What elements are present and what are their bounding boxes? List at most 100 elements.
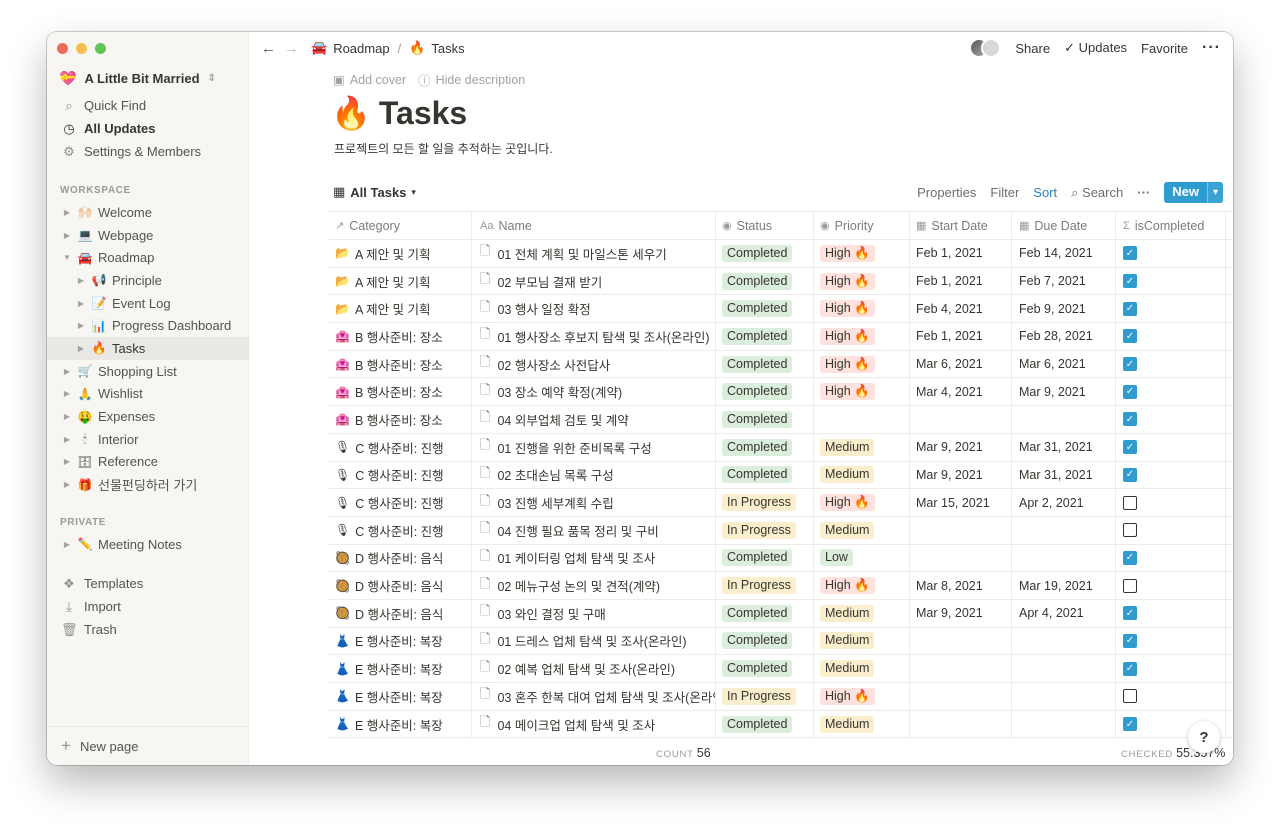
status-cell[interactable]: In Progress [716,516,814,544]
toggle-closed-icon[interactable]: ▶ [61,435,73,444]
table-row[interactable]: 🎙 C 행사준비: 진행 🗋 01 진행을 위한 준비목록 구성 Completed Me… [329,433,1233,462]
table-row[interactable]: 🥘 D 행사준비: 음식 🗋 01 케이터링 업체 탐색 및 조사 Completed L… [329,544,1233,573]
category-cell[interactable]: 🏩 B 행사준비: 장소 [329,350,472,378]
forward-arrow-icon[interactable]: → [284,40,299,57]
toggle-closed-icon[interactable]: ▶ [75,299,87,308]
table-row[interactable]: 👗 E 행사준비: 복장 🗋 02 예복 업체 탐색 및 조사(온라인) Complet… [329,655,1233,683]
due-date-cell[interactable] [1012,406,1116,433]
toggle-closed-icon[interactable]: ▶ [61,412,73,421]
toggle-closed-icon[interactable]: ▶ [75,321,87,330]
name-cell[interactable]: 🗋 03 장소 예약 확정(계약) [472,378,716,406]
name-cell[interactable]: 🗋 01 행사장소 후보지 탐색 및 조사(온라인) [472,323,716,350]
back-arrow-icon[interactable]: ← [261,40,276,57]
table-row[interactable]: 📂 A 제안 및 기획 🗋 01 전체 계획 및 마일스톤 세우기 Completed H… [329,240,1233,268]
sidebar-item-roadmap[interactable]: ▼ 🚘 Roadmap [47,246,249,269]
page-description[interactable]: 프로젝트의 모든 할 일을 추적하는 곳입니다. [334,140,553,157]
name-cell[interactable]: 🗋 03 행사 일정 확정 [472,295,716,323]
start-date-cell[interactable]: Feb 1, 2021 [910,240,1012,267]
filter-button[interactable]: Filter [990,185,1019,200]
table-row[interactable]: 🥘 D 행사준비: 음식 🗋 03 와인 결정 및 구매 Completed Medium… [329,599,1233,628]
name-cell[interactable]: 🗋 02 메뉴구성 논의 및 견적(계약) [472,572,716,599]
sidebar-item-meeting-notes[interactable]: ▶ ✏️ Meeting Notes [47,533,249,556]
breadcrumb-roadmap[interactable]: Roadmap [333,41,389,56]
table-row[interactable]: 🥘 D 행사준비: 음식 🗋 02 메뉴구성 논의 및 견적(계약) In Progre… [329,572,1233,600]
category-cell[interactable]: 🎙 C 행사준비: 진행 [329,433,472,461]
sidebar-item-settings[interactable]: ⚙ Settings & Members [47,140,249,163]
checkbox-checked-icon[interactable]: ✓ [1123,661,1137,676]
start-date-cell[interactable] [910,544,1012,572]
table-row[interactable]: 📂 A 제안 및 기획 🗋 03 행사 일정 확정 Completed High 🔥 Feb… [329,295,1233,324]
priority-cell[interactable]: High 🔥 [814,378,910,406]
status-cell[interactable]: Completed [716,433,814,461]
priority-cell[interactable]: High 🔥 [814,295,910,323]
more-options-icon[interactable]: ··· [1202,39,1221,57]
category-cell[interactable]: 🥘 D 행사준비: 음식 [329,599,472,627]
category-cell[interactable]: 📂 A 제안 및 기획 [329,267,472,295]
status-cell[interactable]: Completed [716,461,814,489]
due-date-cell[interactable] [1012,710,1116,738]
sidebar-item-webpage[interactable]: ▶ 💻 Webpage [47,224,249,247]
due-date-cell[interactable]: Mar 6, 2021 [1012,350,1116,378]
hide-description-button[interactable]: ⓘ Hide description [418,70,525,89]
sidebar-item-reference[interactable]: ▶ 🗄 Reference [47,451,249,474]
name-cell[interactable]: 🗋 01 진행을 위한 준비목록 구성 [472,433,716,461]
toggle-closed-icon[interactable]: ▶ [61,231,73,240]
due-date-cell[interactable]: Feb 14, 2021 [1012,240,1116,267]
name-cell[interactable]: 🗋 04 진행 필요 품목 정리 및 구비 [472,516,716,544]
toggle-closed-icon[interactable]: ▶ [61,540,73,549]
checkbox-checked-icon[interactable]: ✓ [1123,633,1137,648]
sidebar-item-all-updates[interactable]: ◷ All Updates [47,117,249,140]
maximize-window-button[interactable] [95,43,106,54]
column-header-is-completed[interactable]: ΣisCompleted [1116,212,1226,239]
name-cell[interactable]: 🗋 03 혼주 한복 대여 업체 탐색 및 조사(온라인 [472,683,716,710]
due-date-cell[interactable]: Mar 31, 2021 [1012,461,1116,489]
new-button[interactable]: New ▾ [1164,182,1223,203]
close-window-button[interactable] [57,43,68,54]
due-date-cell[interactable]: Apr 2, 2021 [1012,489,1116,516]
category-cell[interactable]: 🏩 B 행사준비: 장소 [329,406,472,433]
updates-button[interactable]: ✓ Updates [1064,40,1127,56]
start-date-cell[interactable]: Mar 8, 2021 [910,572,1012,599]
priority-cell[interactable]: Medium [814,710,910,738]
table-row[interactable]: 🎙 C 행사준비: 진행 🗋 03 진행 세부계획 수립 In Progress High… [329,489,1233,517]
help-button[interactable]: ? [1188,721,1220,753]
status-cell[interactable]: Completed [716,240,814,267]
status-cell[interactable]: Completed [716,599,814,627]
status-cell[interactable]: In Progress [716,572,814,599]
table-row[interactable]: 🏩 B 행사준비: 장소 🗋 03 장소 예약 확정(계약) Completed High… [329,378,1233,407]
sidebar-item-shopping-list[interactable]: ▶ 🛒 Shopping List [47,360,249,383]
table-row[interactable]: 🎙 C 행사준비: 진행 🗋 04 진행 필요 품목 정리 및 구비 In Progre… [329,516,1233,545]
sidebar-item-tasks[interactable]: ▶ 🔥 Tasks [47,337,249,360]
category-cell[interactable]: 🥘 D 행사준비: 음식 [329,572,472,599]
table-row[interactable]: 🏩 B 행사준비: 장소 🗋 02 행사장소 사전답사 Completed High 🔥 M… [329,350,1233,379]
start-date-cell[interactable]: Feb 1, 2021 [910,323,1012,350]
column-header-status[interactable]: ◉ Status [716,212,814,239]
checkbox-checked-icon[interactable]: ✓ [1123,274,1137,289]
sidebar-item-quick-find[interactable]: ⌕ Quick Find [47,94,249,117]
checkbox-checked-icon[interactable]: ✓ [1123,329,1137,344]
due-date-cell[interactable] [1012,655,1116,682]
start-date-cell[interactable] [910,655,1012,682]
category-cell[interactable]: 🏩 B 행사준비: 장소 [329,323,472,350]
sort-button[interactable]: Sort [1033,185,1057,200]
toggle-closed-icon[interactable]: ▶ [75,344,87,353]
start-date-cell[interactable]: Mar 15, 2021 [910,489,1012,516]
toggle-closed-icon[interactable]: ▶ [75,276,87,285]
table-row[interactable]: 👗 E 행사준비: 복장 🗋 01 드레스 업체 탐색 및 조사(온라인) Comple… [329,627,1233,656]
category-cell[interactable]: 👗 E 행사준비: 복장 [329,683,472,710]
table-row[interactable]: 👗 E 행사준비: 복장 🗋 03 혼주 한복 대여 업체 탐색 및 조사(온라인 In… [329,683,1233,711]
start-date-cell[interactable]: Feb 4, 2021 [910,295,1012,323]
table-row[interactable]: 📂 A 제안 및 기획 🗋 02 부모님 결재 받기 Completed High 🔥 Fe… [329,267,1233,296]
search-button[interactable]: ⌕ Search [1071,185,1123,201]
minimize-window-button[interactable] [76,43,87,54]
priority-cell[interactable]: Medium [814,655,910,682]
start-date-cell[interactable]: Mar 4, 2021 [910,378,1012,406]
column-header-category[interactable]: ↗ Category [329,212,472,239]
due-date-cell[interactable] [1012,683,1116,710]
checkbox-unchecked-icon[interactable] [1123,689,1137,704]
name-cell[interactable]: 🗋 02 초대손님 목록 구성 [472,461,716,489]
sidebar-item-import[interactable]: ⤓ Import [47,595,249,618]
status-cell[interactable]: Completed [716,544,814,572]
category-cell[interactable]: 📂 A 제안 및 기획 [329,295,472,323]
name-cell[interactable]: 🗋 01 전체 계획 및 마일스톤 세우기 [472,240,716,267]
